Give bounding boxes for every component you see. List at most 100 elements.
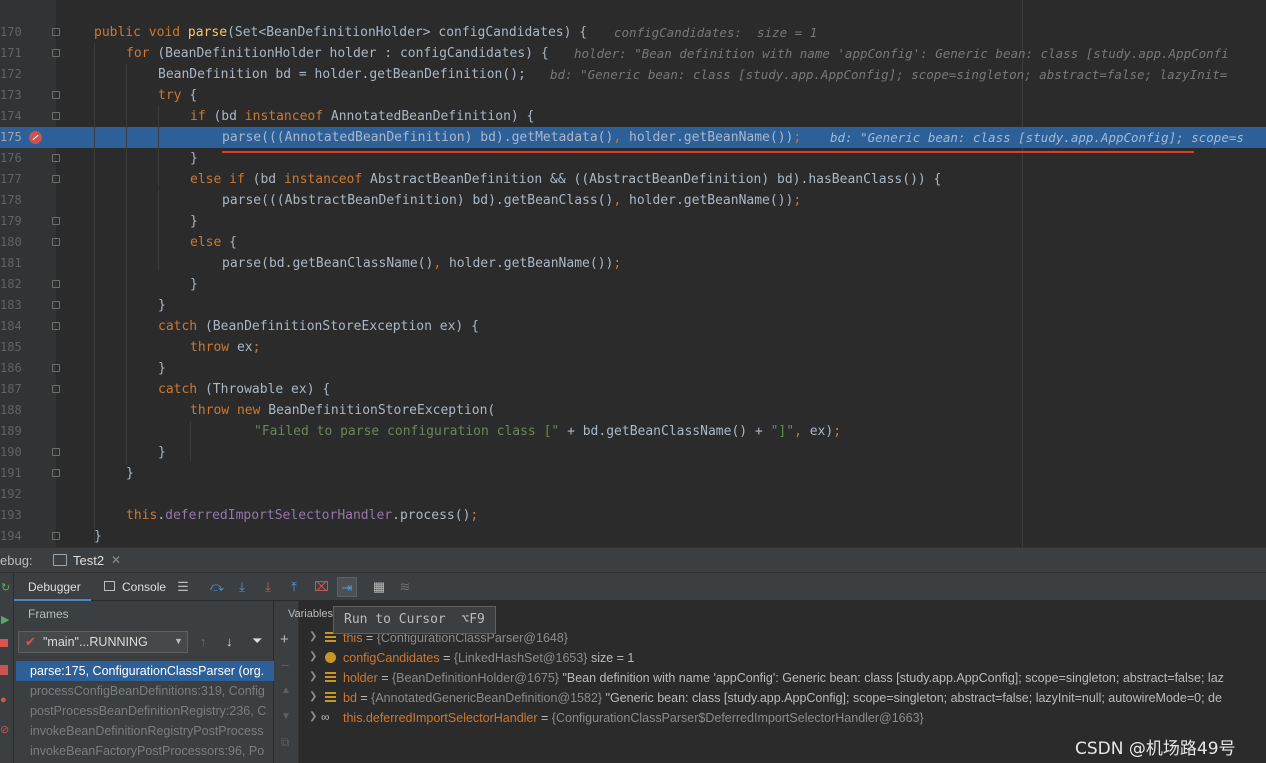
code-line-current[interactable]: 175 parse(((AnnotatedBeanDefinition) bd).… bbox=[0, 127, 1266, 148]
code-token: ex bbox=[236, 340, 253, 355]
expand-chevron-icon[interactable]: ❯ bbox=[309, 651, 317, 662]
fold-marker-icon[interactable] bbox=[52, 49, 60, 57]
step-over-icon[interactable]: ⤼ bbox=[210, 580, 224, 594]
fold-marker-icon[interactable] bbox=[52, 364, 60, 372]
code-token: try bbox=[158, 88, 190, 103]
view-breakpoints-icon[interactable]: ● bbox=[0, 694, 7, 706]
code-editor[interactable]: 170 public void parse(Set<BeanDefinitionH… bbox=[0, 0, 1266, 547]
frame-row-selected[interactable]: parse:175, ConfigurationClassParser (org… bbox=[16, 661, 274, 681]
fold-marker-icon[interactable] bbox=[52, 469, 60, 477]
code-line[interactable]: 173 try { bbox=[0, 85, 1266, 106]
code-line[interactable]: 193 this.deferredImportSelectorHandler.pr… bbox=[0, 505, 1266, 526]
fold-marker-icon[interactable] bbox=[52, 91, 60, 99]
code-line[interactable]: 174 if (bd instanceof AnnotatedBeanDefini… bbox=[0, 106, 1266, 127]
code-text: } bbox=[158, 444, 166, 461]
code-token: } bbox=[190, 214, 198, 229]
fold-marker-icon[interactable] bbox=[52, 175, 60, 183]
frame-label: invokeBeanDefinitionRegistryPostProcess bbox=[30, 724, 264, 738]
variable-row[interactable]: ❯ ∞ this.deferredImportSelectorHandler = {… bbox=[303, 709, 1263, 729]
fold-marker-icon[interactable] bbox=[52, 301, 60, 309]
fold-marker-icon[interactable] bbox=[52, 532, 60, 540]
evaluate-expression-icon[interactable]: ▦ bbox=[372, 580, 386, 594]
code-line[interactable]: 192 bbox=[0, 484, 1266, 505]
code-line[interactable]: 170 public void parse(Set<BeanDefinitionH… bbox=[0, 22, 1266, 43]
duplicate-watch-icon[interactable]: ⧉ bbox=[281, 735, 290, 750]
resume-icon[interactable]: ▶ bbox=[1, 613, 9, 626]
expand-chevron-icon[interactable]: ❯ bbox=[309, 671, 317, 682]
fold-marker-icon[interactable] bbox=[52, 280, 60, 288]
frame-row[interactable]: postProcessBeanDefinitionRegistry:236, C bbox=[16, 701, 274, 721]
expand-chevron-icon[interactable]: ❯ bbox=[309, 631, 317, 642]
force-step-into-icon[interactable]: ⤓ bbox=[261, 580, 275, 594]
code-line[interactable]: 185 throw ex; bbox=[0, 337, 1266, 358]
code-line[interactable]: 187 catch (Throwable ex) { bbox=[0, 379, 1266, 400]
fold-marker-icon[interactable] bbox=[52, 217, 60, 225]
code-text: this.deferredImportSelectorHandler.proce… bbox=[126, 507, 478, 524]
code-line[interactable]: 191} bbox=[0, 463, 1266, 484]
code-token: holder.getBeanName()) bbox=[629, 193, 794, 208]
remove-watch-icon[interactable]: − bbox=[281, 657, 289, 673]
next-frame-icon[interactable]: ↓ bbox=[226, 634, 233, 649]
frame-row[interactable]: invokeBeanDefinitionRegistryPostProcess bbox=[16, 721, 274, 741]
frame-row[interactable]: invokeBeanFactoryPostProcessors:96, Po bbox=[16, 741, 274, 761]
code-line[interactable]: 177 else if (bd instanceof AbstractBeanDe… bbox=[0, 169, 1266, 190]
code-token: AnnotatedBeanDefinition) { bbox=[330, 109, 535, 124]
code-line[interactable]: 188 throw new BeanDefinitionStoreExceptio… bbox=[0, 400, 1266, 421]
code-line[interactable]: 178 parse(((AbstractBeanDefinition) bd).g… bbox=[0, 190, 1266, 211]
fold-marker-icon[interactable] bbox=[52, 28, 60, 36]
code-line[interactable]: 171 for (BeanDefinitionHolder holder : co… bbox=[0, 43, 1266, 64]
expand-chevron-icon[interactable]: ❯ bbox=[309, 691, 317, 702]
pause-icon[interactable] bbox=[0, 639, 8, 647]
code-line[interactable]: 194} bbox=[0, 526, 1266, 547]
tab-console[interactable]: Console bbox=[122, 580, 166, 594]
variable-text: bd = {AnnotatedGenericBeanDefinition@158… bbox=[343, 691, 1222, 705]
trace-stream-icon[interactable]: ≋ bbox=[398, 580, 412, 594]
step-into-icon[interactable]: ⤓ bbox=[235, 580, 249, 594]
step-out-icon[interactable]: ⤒ bbox=[287, 580, 301, 594]
fold-marker-icon[interactable] bbox=[52, 238, 60, 246]
variable-value: size = 1 bbox=[587, 651, 635, 665]
thread-select[interactable]: ✔ "main"...RUNNING ▼ bbox=[18, 631, 188, 653]
mute-breakpoints-icon[interactable]: ⊘ bbox=[0, 723, 9, 736]
drop-frame-icon[interactable]: ⌧ bbox=[314, 580, 329, 594]
code-line[interactable]: 180 else { bbox=[0, 232, 1266, 253]
code-line[interactable]: 179} bbox=[0, 211, 1266, 232]
code-line[interactable]: 183} bbox=[0, 295, 1266, 316]
variable-row[interactable]: ❯ bd = {AnnotatedGenericBeanDefinition@15… bbox=[303, 689, 1263, 709]
tab-debugger[interactable]: Debugger bbox=[14, 573, 91, 601]
variable-equals: = bbox=[439, 651, 454, 665]
add-watch-icon[interactable]: + bbox=[280, 631, 289, 648]
chevron-down-icon: ▼ bbox=[174, 636, 183, 646]
variable-row[interactable]: ❯ holder = {BeanDefinitionHolder@1675} "B… bbox=[303, 669, 1263, 689]
line-number: 184 bbox=[0, 319, 22, 333]
fold-marker-icon[interactable] bbox=[52, 154, 60, 162]
variable-row[interactable]: ❯ configCandidates = {LinkedHashSet@1653}… bbox=[303, 649, 1263, 669]
stop-icon[interactable] bbox=[0, 665, 8, 675]
session-tab-label[interactable]: Test2 bbox=[73, 553, 104, 568]
expand-chevron-icon[interactable]: ❯ bbox=[309, 711, 317, 722]
code-line[interactable]: 172 BeanDefinition bd = holder.getBeanDef… bbox=[0, 64, 1266, 85]
move-up-icon[interactable]: ▲ bbox=[281, 685, 291, 696]
fold-marker-icon[interactable] bbox=[52, 322, 60, 330]
fold-marker-icon[interactable] bbox=[52, 112, 60, 120]
code-token: this bbox=[126, 508, 158, 523]
breakpoint-icon[interactable] bbox=[29, 131, 42, 144]
code-text: parse(bd.getBeanClassName(), holder.getB… bbox=[222, 255, 621, 272]
previous-frame-icon[interactable]: ↑ bbox=[200, 634, 207, 649]
run-to-cursor-icon[interactable]: ⇥ bbox=[337, 577, 357, 597]
move-down-icon[interactable]: ▼ bbox=[281, 711, 291, 722]
fold-marker-icon[interactable] bbox=[52, 448, 60, 456]
field-icon bbox=[325, 692, 336, 703]
close-session-icon[interactable]: ✕ bbox=[111, 553, 121, 567]
code-line[interactable]: 184 catch (BeanDefinitionStoreException e… bbox=[0, 316, 1266, 337]
code-line[interactable]: 181 parse(bd.getBeanClassName(), holder.g… bbox=[0, 253, 1266, 274]
frame-label: parse:175, ConfigurationClassParser (org… bbox=[30, 664, 265, 678]
filter-icon[interactable]: ⏷ bbox=[252, 633, 262, 649]
rerun-icon[interactable]: ↻ bbox=[1, 581, 10, 594]
code-text: parse(((AbstractBeanDefinition) bd).getB… bbox=[222, 192, 801, 209]
frame-row[interactable]: processConfigBeanDefinitions:319, Config bbox=[16, 681, 274, 701]
layout-menu-icon[interactable]: ☰ bbox=[176, 580, 190, 594]
code-line[interactable]: 182} bbox=[0, 274, 1266, 295]
fold-marker-icon[interactable] bbox=[52, 385, 60, 393]
code-line[interactable]: 186} bbox=[0, 358, 1266, 379]
